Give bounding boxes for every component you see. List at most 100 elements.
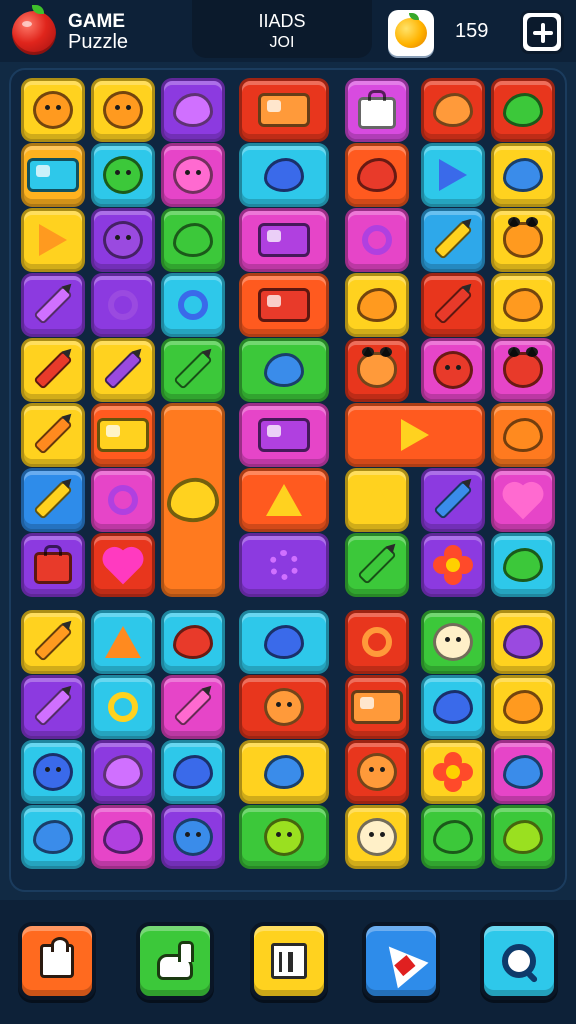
tile-bear-face[interactable] [91, 78, 155, 142]
tile-crayon-green[interactable] [345, 533, 409, 597]
tile-star-yellow[interactable] [345, 468, 409, 532]
tile-cat-red[interactable] [491, 338, 555, 402]
tile-bear-red[interactable] [421, 338, 485, 402]
tile-tomato[interactable] [421, 78, 485, 142]
tile-magnifier[interactable] [421, 675, 485, 739]
tile-pencil-orange[interactable] [21, 403, 85, 467]
tile-apple-green[interactable] [491, 533, 555, 597]
tile-lion[interactable] [345, 740, 409, 804]
tile-arrow-tri[interactable] [21, 208, 85, 272]
tile-purple-ring[interactable] [91, 273, 155, 337]
tile-blue-drop[interactable] [21, 805, 85, 869]
tile-paper-plane[interactable] [345, 403, 485, 467]
tile-folder[interactable] [21, 143, 85, 207]
tile-purple-face[interactable] [91, 208, 155, 272]
tile-red-ball[interactable] [345, 143, 409, 207]
tile-macaron[interactable] [161, 740, 225, 804]
tile-cream-face[interactable] [345, 805, 409, 869]
tile-sun-star[interactable] [239, 468, 329, 532]
tile-pencil-blue[interactable] [421, 468, 485, 532]
lemon-icon [357, 288, 397, 322]
tile-swirl[interactable] [345, 610, 409, 674]
tile-target[interactable] [91, 468, 155, 532]
paper-plane-icon [401, 419, 429, 451]
tile-ghost-face[interactable] [239, 675, 329, 739]
tile-printer[interactable] [239, 78, 329, 142]
tile-lantern[interactable] [161, 403, 225, 597]
robot-box-icon [351, 690, 403, 724]
tile-watermelon[interactable] [491, 273, 555, 337]
tile-star-orange[interactable] [91, 610, 155, 674]
crayon-green-icon [357, 545, 397, 585]
tomato-icon [433, 93, 473, 127]
tile-handbag[interactable] [345, 78, 409, 142]
tile-apple-red[interactable] [161, 610, 225, 674]
camera-icon [258, 223, 310, 257]
tile-blue-ghost[interactable] [161, 805, 225, 869]
tile-yellow-ring[interactable] [91, 675, 155, 739]
game-title: GAME Puzzle [68, 12, 128, 53]
tile-crayon-pink[interactable] [161, 675, 225, 739]
tile-blue-pill[interactable] [239, 740, 329, 804]
tile-gear[interactable] [239, 533, 329, 597]
lion-icon [357, 753, 397, 791]
tile-lime[interactable] [491, 805, 555, 869]
tile-sushi[interactable] [91, 805, 155, 869]
pencil-red-icon [433, 285, 473, 325]
tile-donut[interactable] [161, 273, 225, 337]
tile-mango[interactable] [491, 675, 555, 739]
tile-green-leaf[interactable] [421, 805, 485, 869]
arrow-button[interactable] [362, 922, 440, 1000]
tile-crayon-red[interactable] [21, 338, 85, 402]
tile-bone[interactable] [21, 675, 85, 739]
tile-cream-face[interactable] [421, 610, 485, 674]
tile-monkey[interactable] [491, 208, 555, 272]
tile-blue-blob[interactable] [491, 740, 555, 804]
tile-lime-face[interactable] [239, 805, 329, 869]
cube-button[interactable] [250, 922, 328, 1000]
green-egg-icon [173, 223, 213, 257]
tile-green-apple[interactable] [491, 78, 555, 142]
llama-button[interactable] [136, 922, 214, 1000]
tile-peach[interactable] [91, 740, 155, 804]
tile-pink-face[interactable] [161, 143, 225, 207]
tile-pencil-red[interactable] [421, 273, 485, 337]
tile-lipstick[interactable] [21, 610, 85, 674]
tile-candy[interactable] [161, 78, 225, 142]
tile-green-bug[interactable] [91, 143, 155, 207]
tile-cheese-box[interactable] [239, 403, 329, 467]
tile-red-flower[interactable] [421, 740, 485, 804]
tile-lemon[interactable] [345, 273, 409, 337]
tile-handbag-red[interactable] [21, 533, 85, 597]
tile-pencil-yellow[interactable] [21, 468, 85, 532]
tile-pencil-yellow[interactable] [421, 208, 485, 272]
tile-wand[interactable] [21, 273, 85, 337]
tile-kite[interactable] [421, 143, 485, 207]
tile-envelope[interactable] [91, 403, 155, 467]
tile-crayon-green[interactable] [161, 338, 225, 402]
tile-camera[interactable] [239, 208, 329, 272]
tile-blue-bean[interactable] [491, 143, 555, 207]
tile-purple-blob[interactable] [491, 610, 555, 674]
tile-cookie[interactable] [21, 740, 85, 804]
search-button[interactable] [480, 922, 558, 1000]
tile-ring[interactable] [345, 208, 409, 272]
tile-cookie-face[interactable] [21, 78, 85, 142]
tile-plum[interactable] [239, 143, 329, 207]
heart-magenta-icon [106, 550, 140, 585]
puzzle-piece-button[interactable] [18, 922, 96, 1000]
tile-flower[interactable] [421, 533, 485, 597]
tile-cloud-blue[interactable] [239, 338, 329, 402]
tile-crayon-purple[interactable] [91, 338, 155, 402]
tile-robot-box[interactable] [345, 675, 409, 739]
tile-heart-magenta[interactable] [91, 533, 155, 597]
tile-bowl[interactable] [239, 610, 329, 674]
cheese-box-icon [258, 418, 310, 452]
menu-button[interactable] [520, 10, 564, 54]
tile-green-egg[interactable] [161, 208, 225, 272]
tile-heart-pink[interactable] [491, 468, 555, 532]
coin-shop-button[interactable] [388, 10, 434, 56]
tile-camera-red[interactable] [239, 273, 329, 337]
tile-orange[interactable] [491, 403, 555, 467]
tile-cat[interactable] [345, 338, 409, 402]
